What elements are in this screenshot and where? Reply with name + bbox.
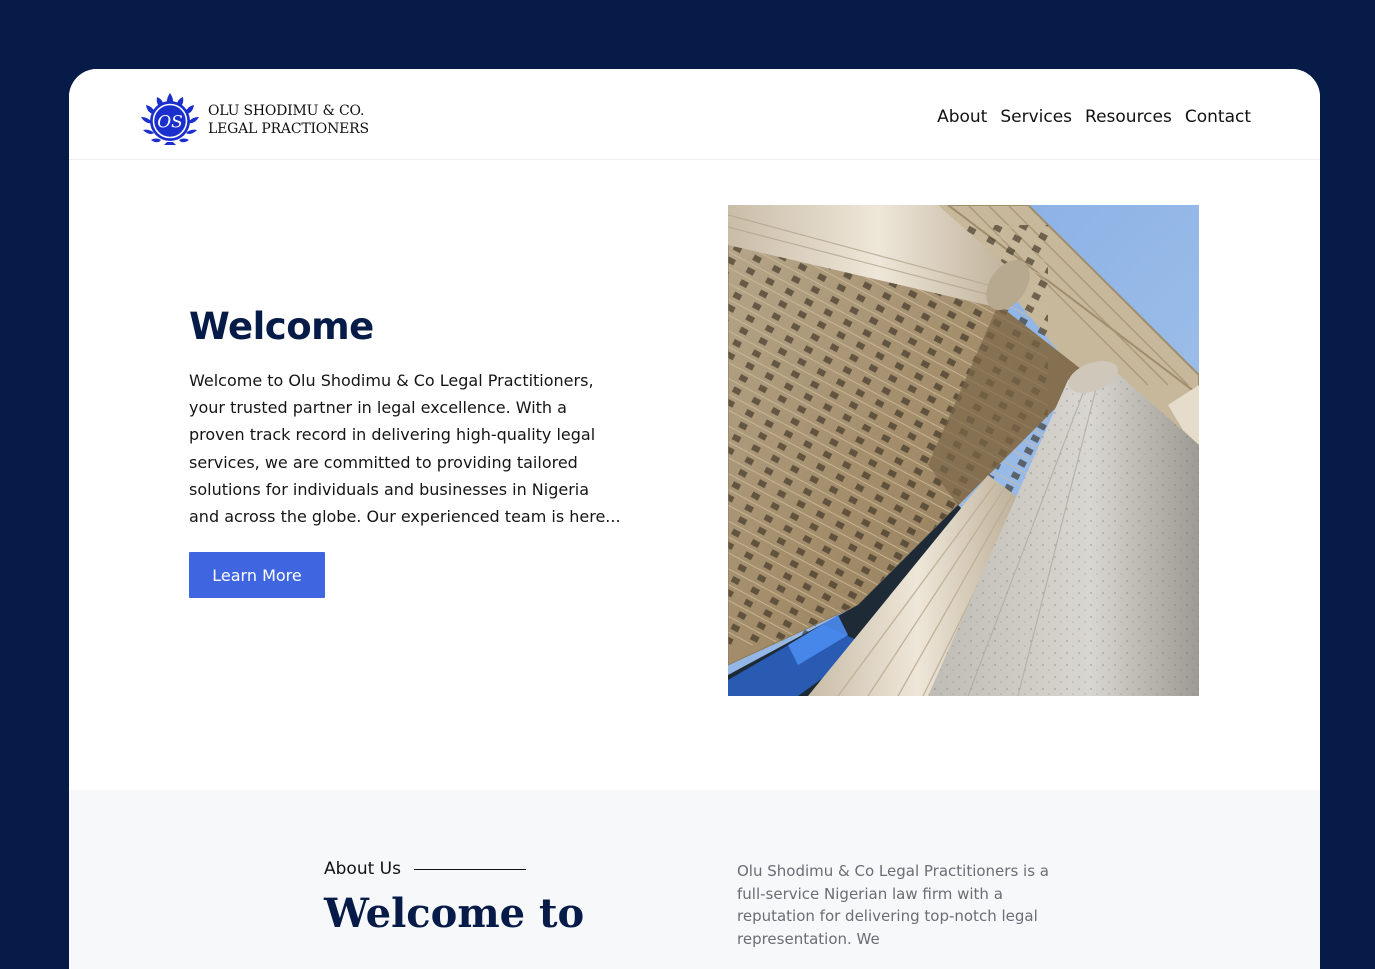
firm-name-line1: Olu Shodimu & Co. (208, 103, 365, 119)
site-header: OS Olu Shodimu & Co. Legal Practioners A… (69, 69, 1320, 160)
firm-name-line2: Legal Practioners (208, 121, 369, 137)
hero-description: Welcome to Olu Shodimu & Co Legal Practi… (189, 371, 621, 527)
learn-more-button[interactable]: Learn More (189, 552, 325, 598)
building-columns-photo-icon (728, 205, 1199, 696)
nav-link-about[interactable]: About (937, 107, 987, 127)
about-label-text: About Us (324, 859, 401, 879)
hero-building-image (728, 205, 1199, 696)
about-label-divider (413, 868, 526, 870)
nav-link-services[interactable]: Services (1000, 107, 1072, 127)
main-nav: About Services Resources Contact (937, 107, 1251, 127)
hero-title: Welcome (189, 305, 374, 348)
firm-name: Olu Shodimu & Co. Legal Practioners (208, 102, 369, 138)
about-description: Olu Shodimu & Co Legal Practitioners is … (737, 862, 1049, 948)
logo-emblem-icon: OS (141, 93, 199, 145)
firm-logo[interactable]: OS Olu Shodimu & Co. Legal Practioners (139, 91, 369, 147)
logo-monogram: OS (157, 113, 183, 133)
about-heading: Welcome to (324, 890, 585, 937)
nav-link-contact[interactable]: Contact (1185, 107, 1251, 127)
about-label: About Us (324, 859, 526, 879)
about-section: About Us Welcome to Olu Shodimu & Co Leg… (69, 790, 1320, 969)
site-frame: OS Olu Shodimu & Co. Legal Practioners A… (69, 69, 1320, 969)
nav-link-resources[interactable]: Resources (1085, 107, 1172, 127)
